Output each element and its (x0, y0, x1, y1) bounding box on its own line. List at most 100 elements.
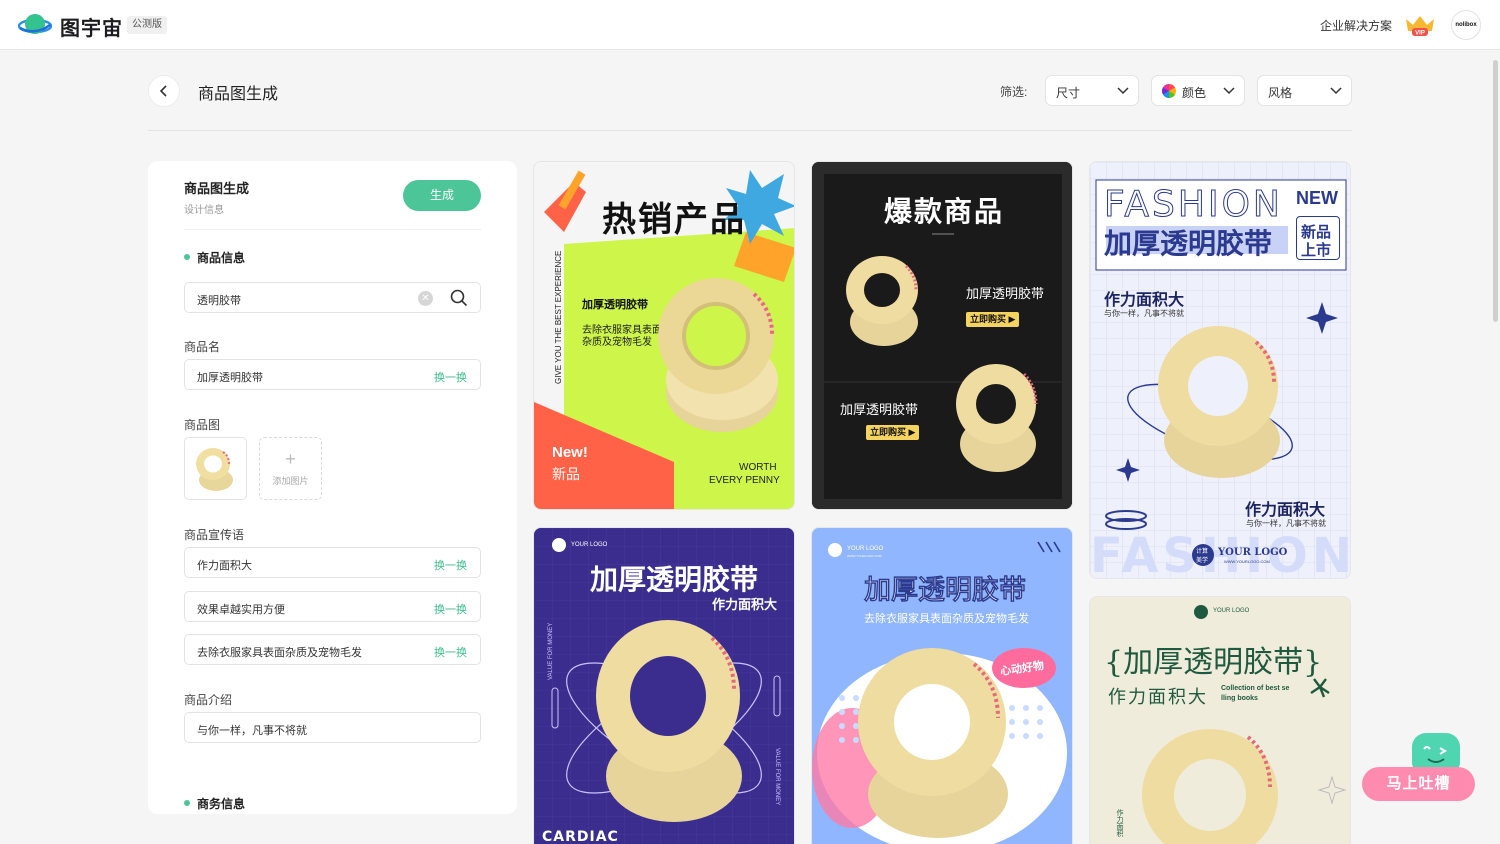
card-5-title: 加厚透明胶带 (864, 575, 1027, 606)
search-icon[interactable] (450, 289, 468, 307)
tape-roll-image (956, 364, 1038, 472)
slogan-value-2: 效果卓越实用方便 (197, 604, 285, 616)
logo-text[interactable]: 图宇宙 (60, 12, 123, 41)
beta-badge: 公测版 (127, 16, 167, 34)
card-3-new-badge: 新品 上市 (1296, 216, 1340, 260)
card-3-logo-url: WWW.YOURLOGO.COM (1224, 559, 1270, 564)
intro-field[interactable]: 与你一样，凡事不将就 (184, 712, 481, 743)
design-card-3[interactable]: FASHION NEW 加厚透明胶带 新品 上市 作力面积大 与你一样，凡事不将… (1089, 161, 1351, 579)
business-info-section-title: 商务信息 (184, 795, 245, 812)
tape-roll-image (596, 620, 742, 822)
card-2-buy-button-1: 立即购买 ▶ (966, 312, 1020, 327)
design-card-6[interactable]: YOUR LOGO {加厚透明胶带} 作力面积大 Collection of b… (1089, 596, 1351, 844)
page-scrollbar[interactable] (1493, 60, 1498, 322)
card-1-new-cn: 新品 (552, 466, 580, 482)
enterprise-solutions-link[interactable]: 企业解决方案 (1320, 17, 1392, 34)
swap-button[interactable]: 换一换 (434, 601, 467, 617)
design-info-panel: 商品图生成 设计信息 生成 商品信息 透明胶带 ✕ 商品名 加厚透明胶带 换一换… (148, 161, 517, 814)
vip-crown-icon[interactable]: VIP (1404, 13, 1436, 37)
swap-button[interactable]: 换一换 (434, 369, 467, 385)
card-2-product-name-2: 加厚透明胶带 (840, 402, 919, 417)
card-4-sub: 作力面积大 (712, 597, 778, 612)
card-2-buy-button-2: 立即购买 ▶ (866, 425, 920, 440)
feedback-button[interactable]: 马上吐槽 (1362, 767, 1475, 801)
color-wheel-icon (1162, 84, 1176, 98)
vip-label: VIP (1415, 31, 1425, 37)
tape-roll-image (1158, 326, 1280, 478)
user-avatar[interactable]: nolibox (1451, 10, 1481, 40)
filter-style-label: 风格 (1268, 86, 1293, 100)
chevron-down-icon (1330, 87, 1342, 95)
chevron-down-icon (1223, 87, 1235, 95)
filter-color-select[interactable]: 颜色 (1151, 75, 1245, 106)
card-1-title: 热销产品 (602, 201, 746, 239)
design-card-5[interactable]: YOUR LOGO WWW.YOURLOGO.COM 加厚透明胶带 去除衣服家具… (811, 527, 1073, 844)
card-1-desc-2: 杂质及宠物毛发 (582, 337, 652, 348)
product-name-field[interactable]: 加厚透明胶带 换一换 (184, 359, 481, 390)
filter-size-select[interactable]: 尺寸 (1045, 75, 1139, 106)
clear-icon[interactable]: ✕ (418, 291, 433, 306)
card-5-sub: 去除衣服家具表面杂质及宠物毛发 (864, 613, 1029, 625)
generate-button[interactable]: 生成 (403, 180, 481, 211)
swap-button[interactable]: 换一换 (434, 644, 467, 660)
intro-label: 商品介绍 (184, 693, 233, 707)
slogan-field-1[interactable]: 作力面积大 换一换 (184, 547, 481, 578)
mascot-icon (1412, 733, 1460, 771)
add-image-label: 添加图片 (272, 476, 309, 486)
card-3-tag-1: 与你一样，凡事不将就 (1104, 309, 1184, 318)
card-3-logo-cn-2: 美学 (1196, 558, 1209, 564)
panel-title: 商品图生成 (184, 181, 250, 196)
card-5-logo-mark (828, 543, 842, 557)
card-3-title: 加厚透明胶带 (1104, 228, 1273, 259)
card-5-logo-url: WWW.YOURLOGO.COM (847, 554, 882, 558)
tape-roll-thumbnail (196, 448, 233, 491)
card-6-sub: 作力面积大 (1108, 687, 1208, 708)
card-3-sub-2: 作力面积大 (1245, 502, 1326, 519)
card-6-logo-mark (1194, 605, 1208, 619)
card-3-sub-1: 作力面积大 (1104, 292, 1185, 309)
card-4-bottom-text: CARDIAC (542, 829, 619, 844)
mascot-face-icon (1423, 746, 1447, 763)
panel-subtitle: 设计信息 (184, 205, 224, 216)
tape-roll-image (1142, 729, 1278, 844)
card-4-title: 加厚透明胶带 (590, 564, 759, 595)
page-title: 商品图生成 (198, 86, 279, 103)
card-3-logo-cn-1: 计算 (1196, 549, 1209, 555)
slogan-label: 商品宣传语 (184, 528, 245, 542)
chevron-down-icon (1117, 87, 1129, 95)
design-card-4[interactable]: YOUR LOGO 加厚透明胶带 作力面积大 VALUE FOR MONEY V… (533, 527, 795, 844)
product-name-value: 加厚透明胶带 (197, 372, 263, 384)
card-1-worth-1: WORTH (739, 462, 777, 473)
card-1-worth-2: EVERY PENNY (709, 475, 780, 486)
product-image-thumbnail[interactable] (184, 437, 247, 500)
planet-logo-icon[interactable] (18, 11, 52, 39)
filter-style-select[interactable]: 风格 (1257, 75, 1352, 106)
tape-roll-image (846, 256, 918, 346)
product-search-input[interactable]: 透明胶带 ✕ (184, 282, 481, 313)
add-image-button[interactable]: + 添加图片 (259, 437, 322, 500)
card-6-collection-1: Collection of best se (1221, 685, 1290, 692)
card-6-side-text: 作力面积 (1116, 809, 1123, 837)
swap-button[interactable]: 换一换 (434, 557, 467, 573)
card-4-side-left: VALUE FOR MONEY (548, 622, 554, 680)
slogan-value-1: 作力面积大 (197, 560, 252, 572)
intro-value: 与你一样，凡事不将就 (197, 725, 307, 737)
back-button[interactable] (148, 75, 180, 107)
feedback-widget[interactable]: 马上吐槽 (1362, 733, 1477, 803)
card-3-badge-line-2: 上市 (1301, 242, 1332, 259)
card-1-new-en: New! (552, 444, 588, 461)
slogan-field-3[interactable]: 去除衣服家具表面杂质及宠物毛发 换一换 (184, 634, 481, 665)
product-image-label: 商品图 (184, 418, 221, 432)
card-6-title: {加厚透明胶带} (1104, 645, 1323, 680)
panel-divider (184, 229, 481, 230)
slogan-field-2[interactable]: 效果卓越实用方便 换一换 (184, 591, 481, 622)
plus-icon: + (285, 449, 296, 469)
card-3-logo-mark: 计算 美学 (1192, 544, 1214, 566)
card-6-collection-2: lling books (1221, 695, 1258, 702)
product-name-label: 商品名 (184, 340, 221, 354)
card-3-new-text: NEW (1296, 188, 1338, 208)
search-value: 透明胶带 (197, 295, 241, 307)
card-6-logo-text: YOUR LOGO (1213, 608, 1250, 614)
design-card-2[interactable]: 爆款商品 加厚透明胶带 立即购买 ▶ 加厚透明胶带 立即购买 ▶ (811, 161, 1073, 510)
design-card-1[interactable]: 热销产品 GIVE YOU THE BEST EXPERIENCE 加厚透明胶带… (533, 161, 795, 510)
